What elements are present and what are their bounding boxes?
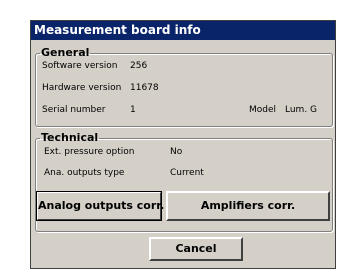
software-version-label: Software version	[42, 61, 118, 71]
model-value: Lum. G	[285, 105, 318, 115]
cancel-label: Cancel	[175, 242, 217, 255]
general-legend: General	[41, 46, 90, 59]
serial-number-value: 1	[130, 105, 136, 115]
measurement-board-dialog: Measurement board info General Software …	[30, 20, 336, 269]
amplifiers-corr-label: Amplifiers corr.	[200, 199, 296, 212]
hardware-version-label: Hardware version	[42, 83, 122, 93]
serial-number-label: Serial number	[42, 105, 106, 115]
amplifiers-corr-button[interactable]: Amplifiers corr.	[166, 191, 330, 221]
software-version-value: 256	[130, 61, 148, 71]
cancel-button[interactable]: Cancel	[149, 237, 243, 261]
technical-legend: Technical	[41, 131, 99, 144]
analog-outputs-corr-button[interactable]: Analog outputs corr.	[36, 191, 165, 221]
dialog-title: Measurement board info	[31, 21, 335, 40]
ana-outputs-value: Current	[170, 168, 204, 178]
ana-outputs-label: Ana. outputs type	[44, 168, 125, 178]
ext-pressure-value: No	[170, 147, 183, 157]
hardware-version-value: 11678	[130, 83, 159, 93]
model-label: Model	[249, 105, 277, 115]
ext-pressure-label: Ext. pressure option	[44, 147, 135, 157]
analog-outputs-corr-label: Analog outputs corr.	[38, 199, 165, 212]
